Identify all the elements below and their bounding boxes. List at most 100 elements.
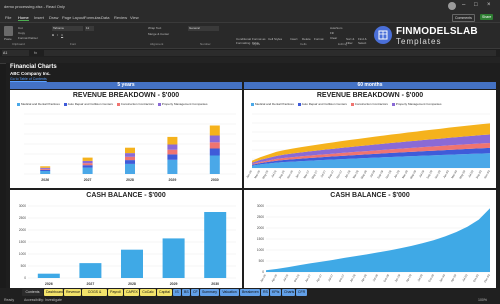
conditional-formatting-button[interactable]: Conditional Formatting	[236, 37, 251, 45]
chart-cash-annual[interactable]: CASH BALANCE - $'000 0 500 1000 1500 2000 250…	[10, 190, 242, 288]
tab-home[interactable]: Home	[18, 15, 29, 21]
x-tick-label: Jan-27	[304, 273, 312, 283]
sort-filter-button[interactable]: Sort & Filter	[346, 37, 358, 45]
copy-button[interactable]: Copy	[18, 31, 25, 35]
zoom-level[interactable]: 100%	[478, 298, 487, 302]
tab-data[interactable]: Data	[101, 15, 109, 20]
chart-revenue-annual[interactable]: REVENUE BREAKDOWN - $'000 Medical and De…	[10, 90, 242, 188]
y-tick-label: 1500	[257, 237, 264, 241]
x-tick-label: Oct-28	[382, 273, 390, 283]
cut-button[interactable]: Cut	[18, 26, 23, 30]
sheet-tab[interactable]: CAPEX	[124, 289, 139, 296]
tab-insert[interactable]: Insert	[34, 15, 44, 20]
chart-legend: Medical and Dental Practices Auto Repair…	[248, 102, 441, 106]
font-size-select[interactable]: 11	[85, 26, 94, 31]
status-ready: Ready	[4, 298, 15, 302]
sheet-tab[interactable]: Dashboard	[44, 289, 63, 296]
period-band-left: 5 years	[10, 82, 242, 89]
sheet-tab[interactable]: CF	[191, 289, 199, 296]
autosum-button[interactable]: AutoSum	[330, 26, 342, 30]
number-format-select[interactable]: General	[188, 26, 219, 31]
sheet-tab[interactable]: CFR	[296, 289, 307, 296]
sheet-tab[interactable]: Charts	[282, 289, 295, 296]
sheet-tab[interactable]: Capital	[157, 289, 172, 296]
x-tick-label: Oct-30	[472, 273, 480, 283]
sheet-tab[interactable]: CoCalc	[140, 289, 156, 296]
tab-page-layout[interactable]: Page Layout	[62, 15, 84, 20]
delete-cells-button[interactable]: Delete	[302, 37, 311, 41]
bar-segment	[209, 155, 220, 174]
x-tick-label: Apr-29	[405, 273, 413, 283]
brand-logo: FINMODELSLAB Templates	[372, 25, 492, 47]
sheet-tab[interactable]: KPIs	[270, 289, 281, 296]
sheet-tab[interactable]: Payroll	[108, 289, 123, 296]
paste-icon[interactable]	[4, 26, 13, 36]
name-box[interactable]: A1	[2, 50, 29, 56]
sheet-tab[interactable]: RS	[261, 289, 269, 296]
x-tick-label: Nov-27	[335, 169, 343, 179]
bar-segment	[209, 148, 220, 156]
merge-center-button[interactable]: Merge & Center	[148, 32, 169, 36]
legend-swatch	[297, 102, 301, 106]
x-tick-label: May-29	[409, 169, 417, 179]
sheet-tab[interactable]: Contents	[22, 289, 43, 296]
avatar[interactable]	[448, 2, 456, 10]
italic-button[interactable]: I	[57, 33, 58, 37]
format-cells-button[interactable]: Format	[314, 37, 324, 41]
insert-cells-button[interactable]: Insert	[290, 37, 298, 41]
group-editing: Editing	[338, 42, 348, 46]
tab-view[interactable]: View	[130, 15, 139, 20]
legend-label: Construction Contractors	[354, 102, 388, 106]
close-icon[interactable]: ×	[487, 2, 491, 8]
minimize-icon[interactable]: –	[462, 2, 465, 8]
x-tick-label: 2029	[169, 178, 177, 182]
y-tick-label: 3000	[257, 204, 264, 208]
maximize-icon[interactable]: □	[474, 2, 478, 8]
clear-button[interactable]: Clear	[330, 36, 337, 40]
sheet-tab[interactable]: BS	[182, 289, 190, 296]
fill-button[interactable]: Fill	[330, 31, 334, 35]
tab-review[interactable]: Review	[114, 15, 127, 20]
chart-svg: 2026 2027 2028 2029 2030	[24, 113, 236, 182]
tab-file[interactable]: File	[5, 15, 11, 20]
bar-segment	[125, 156, 135, 161]
sheet-tab[interactable]: COGS & OPEX	[82, 289, 107, 301]
chart-revenue-monthly[interactable]: REVENUE BREAKDOWN - $'000 Medical and De…	[244, 90, 496, 188]
cell-styles-button[interactable]: Cell Styles	[268, 37, 282, 41]
y-tick-label: 500	[259, 259, 265, 263]
underline-button[interactable]: U	[61, 33, 63, 37]
tab-draw[interactable]: Draw	[49, 15, 58, 20]
x-tick-label: Nov-30	[483, 169, 491, 179]
sheet-area[interactable]: Financial Charts ABC Company Inc. Go to …	[6, 63, 500, 288]
toc-link[interactable]: Go to Table of Contents	[10, 77, 47, 81]
fx-icon[interactable]: fx	[34, 50, 37, 55]
sheet-tab[interactable]: Revenue	[64, 289, 81, 296]
x-tick-label: Dec-30	[483, 273, 491, 283]
paste-label[interactable]: Paste	[4, 37, 12, 41]
x-tick-label: Jan-29	[394, 273, 402, 283]
y-tick-label: 3000	[19, 204, 26, 208]
font-name-select[interactable]: Tahoma	[52, 26, 83, 31]
wrap-text-button[interactable]: Wrap Text	[148, 26, 161, 30]
y-tick-label: 2500	[257, 215, 264, 219]
sheet-tab[interactable]: Breakeven	[240, 289, 260, 296]
formula-input[interactable]	[44, 50, 496, 56]
bold-button[interactable]: B	[52, 33, 54, 37]
legend-label: Construction Contractors	[120, 102, 154, 106]
legend-label: Auto Repair and Collision Centers	[67, 102, 113, 106]
chart-cash-monthly[interactable]: CASH BALANCE - $'000 0 500 1000 1500 2000 250…	[244, 190, 496, 288]
tab-formulas[interactable]: Formulas	[84, 15, 101, 20]
comments-button[interactable]: Comments	[452, 14, 475, 22]
accessibility-status[interactable]: Accessibility: Investigate	[24, 298, 62, 302]
chart-title: REVENUE BREAKDOWN - $'000	[72, 92, 180, 99]
format-painter-button[interactable]: Format Painter	[18, 36, 38, 40]
x-tick-label: May-28	[360, 169, 368, 179]
sheet-tab[interactable]: Valuation	[220, 289, 239, 296]
x-tick-label: Jul-28	[369, 169, 376, 178]
sheet-tab[interactable]: Summary	[200, 289, 219, 296]
share-button[interactable]: Share	[480, 14, 494, 20]
sheet-tab[interactable]: IS	[173, 289, 181, 296]
bar-segment	[82, 165, 93, 168]
find-select-button[interactable]: Find & Select	[358, 37, 370, 45]
ribbon: Paste Cut Copy Format Painter Tahoma 11 …	[0, 22, 500, 49]
